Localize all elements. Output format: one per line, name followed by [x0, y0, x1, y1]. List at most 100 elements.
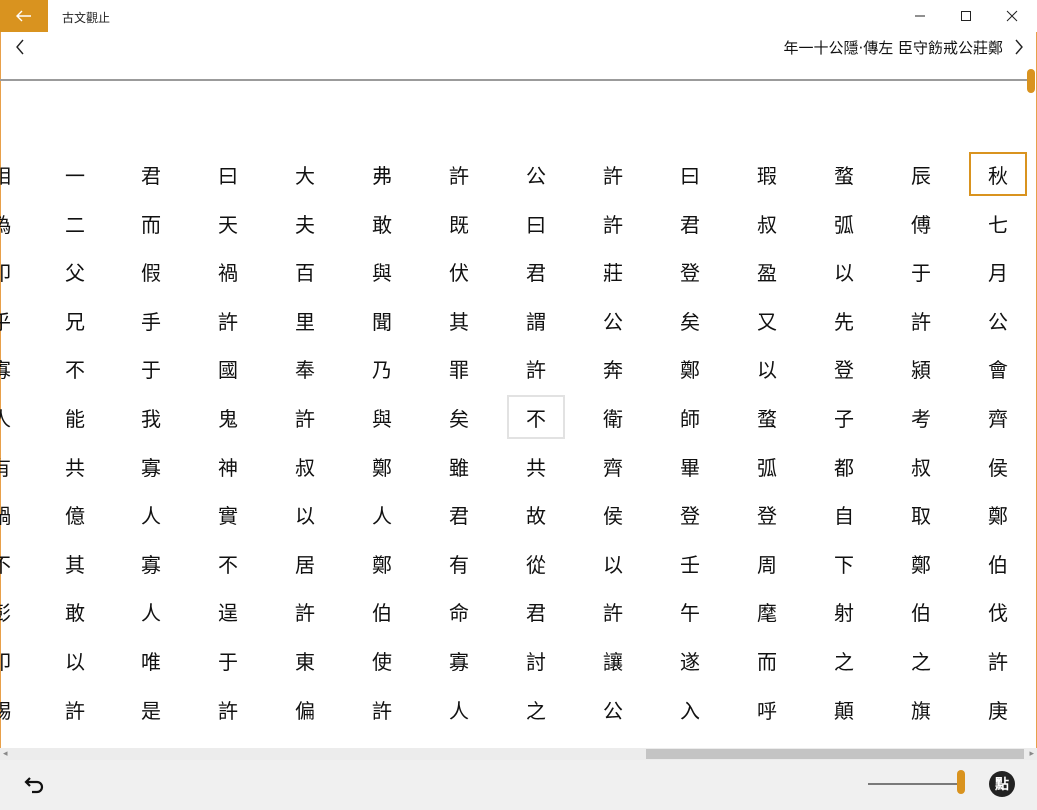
- character-cell[interactable]: 鍋: [0, 492, 30, 536]
- character-cell[interactable]: 實: [199, 492, 257, 536]
- character-cell[interactable]: 許: [969, 638, 1027, 682]
- character-cell[interactable]: 故: [507, 492, 565, 536]
- character-cell[interactable]: 侯: [969, 444, 1027, 488]
- character-cell[interactable]: 考: [892, 395, 950, 439]
- close-button[interactable]: [989, 0, 1035, 32]
- character-cell[interactable]: 唯: [122, 638, 180, 682]
- character-cell[interactable]: 寡: [122, 541, 180, 585]
- horizontal-scrollbar-thumb[interactable]: [646, 749, 1024, 759]
- character-cell[interactable]: 鬼: [199, 395, 257, 439]
- character-cell[interactable]: 使: [353, 638, 411, 682]
- character-cell[interactable]: 共: [46, 444, 104, 488]
- character-cell[interactable]: 不: [46, 346, 104, 390]
- character-cell[interactable]: 人: [122, 492, 180, 536]
- character-cell[interactable]: 于: [122, 346, 180, 390]
- maximize-button[interactable]: [943, 0, 989, 32]
- character-cell[interactable]: 許: [276, 395, 334, 439]
- horizontal-scrollbar[interactable]: ◂ ▸: [0, 748, 1037, 760]
- character-cell[interactable]: 月: [969, 249, 1027, 293]
- character-cell[interactable]: 七: [969, 201, 1027, 245]
- character-cell[interactable]: 叩: [0, 638, 30, 682]
- character-cell[interactable]: 人: [122, 589, 180, 633]
- character-cell[interactable]: 一: [46, 152, 104, 196]
- character-cell[interactable]: 許: [46, 687, 104, 731]
- character-cell[interactable]: 午: [661, 589, 719, 633]
- character-cell[interactable]: 公: [584, 687, 642, 731]
- character-cell[interactable]: 射: [815, 589, 873, 633]
- character-cell[interactable]: 鄭: [661, 346, 719, 390]
- character-cell[interactable]: 許: [276, 589, 334, 633]
- character-cell[interactable]: 旗: [892, 687, 950, 731]
- position-slider-thumb[interactable]: [1027, 69, 1035, 93]
- character-cell[interactable]: 從: [507, 541, 565, 585]
- character-cell[interactable]: 伯: [353, 589, 411, 633]
- character-cell[interactable]: 逞: [199, 589, 257, 633]
- character-cell[interactable]: 曰: [199, 152, 257, 196]
- character-cell[interactable]: 奔: [584, 346, 642, 390]
- minimize-button[interactable]: [897, 0, 943, 32]
- font-size-slider-track[interactable]: [868, 783, 960, 785]
- character-cell[interactable]: 弧: [738, 444, 796, 488]
- character-cell[interactable]: 齊: [969, 395, 1027, 439]
- character-cell[interactable]: 曰: [661, 152, 719, 196]
- character-cell[interactable]: 君: [122, 152, 180, 196]
- character-cell[interactable]: 叔: [892, 444, 950, 488]
- character-cell[interactable]: 假: [122, 249, 180, 293]
- character-cell[interactable]: 矣: [430, 395, 488, 439]
- character-cell[interactable]: 讓: [584, 638, 642, 682]
- character-cell[interactable]: 禍: [199, 249, 257, 293]
- character-cell[interactable]: 以: [276, 492, 334, 536]
- character-cell[interactable]: 弗: [353, 152, 411, 196]
- character-cell[interactable]: 有: [0, 444, 30, 488]
- character-cell[interactable]: 秋: [969, 152, 1027, 196]
- character-cell[interactable]: 鄭: [969, 492, 1027, 536]
- character-cell[interactable]: 許: [584, 201, 642, 245]
- character-cell[interactable]: 與: [353, 249, 411, 293]
- character-cell[interactable]: 蝥: [738, 395, 796, 439]
- character-cell[interactable]: 登: [815, 346, 873, 390]
- character-cell[interactable]: 辰: [892, 152, 950, 196]
- character-cell[interactable]: 登: [661, 249, 719, 293]
- character-cell[interactable]: 天: [199, 201, 257, 245]
- character-cell[interactable]: 公: [584, 298, 642, 342]
- character-cell[interactable]: 手: [122, 298, 180, 342]
- character-cell[interactable]: 人: [353, 492, 411, 536]
- character-cell[interactable]: 許: [353, 687, 411, 731]
- character-cell[interactable]: 于: [892, 249, 950, 293]
- character-cell[interactable]: 莊: [584, 249, 642, 293]
- character-cell[interactable]: 謂: [507, 298, 565, 342]
- character-cell[interactable]: 顛: [815, 687, 873, 731]
- character-cell[interactable]: 共: [507, 444, 565, 488]
- character-cell[interactable]: 以: [46, 638, 104, 682]
- character-cell[interactable]: 鄭: [892, 541, 950, 585]
- character-cell[interactable]: 敢: [46, 589, 104, 633]
- character-cell[interactable]: 其: [46, 541, 104, 585]
- character-cell[interactable]: 奉: [276, 346, 334, 390]
- character-cell[interactable]: 公: [969, 298, 1027, 342]
- character-cell[interactable]: 是: [122, 687, 180, 731]
- font-size-slider-thumb[interactable]: [957, 770, 965, 794]
- character-cell[interactable]: 君: [507, 249, 565, 293]
- character-cell[interactable]: 有: [430, 541, 488, 585]
- character-cell[interactable]: 許: [584, 152, 642, 196]
- character-cell[interactable]: 之: [892, 638, 950, 682]
- character-cell[interactable]: 寡: [430, 638, 488, 682]
- character-cell[interactable]: 之: [507, 687, 565, 731]
- character-cell[interactable]: 命: [430, 589, 488, 633]
- character-cell[interactable]: 會: [969, 346, 1027, 390]
- character-cell[interactable]: 潁: [892, 346, 950, 390]
- character-cell[interactable]: 我: [122, 395, 180, 439]
- position-slider-track[interactable]: [0, 79, 1030, 81]
- character-cell[interactable]: 父: [46, 249, 104, 293]
- character-cell[interactable]: 不: [507, 395, 565, 439]
- character-cell[interactable]: 討: [507, 638, 565, 682]
- character-cell[interactable]: 伐: [969, 589, 1027, 633]
- character-cell[interactable]: 之: [815, 638, 873, 682]
- character-cell[interactable]: 以: [584, 541, 642, 585]
- character-cell[interactable]: 伯: [892, 589, 950, 633]
- character-cell[interactable]: 夫: [276, 201, 334, 245]
- character-cell[interactable]: 壬: [661, 541, 719, 585]
- character-cell[interactable]: 麾: [738, 589, 796, 633]
- character-cell[interactable]: 于: [199, 638, 257, 682]
- character-cell[interactable]: 國: [199, 346, 257, 390]
